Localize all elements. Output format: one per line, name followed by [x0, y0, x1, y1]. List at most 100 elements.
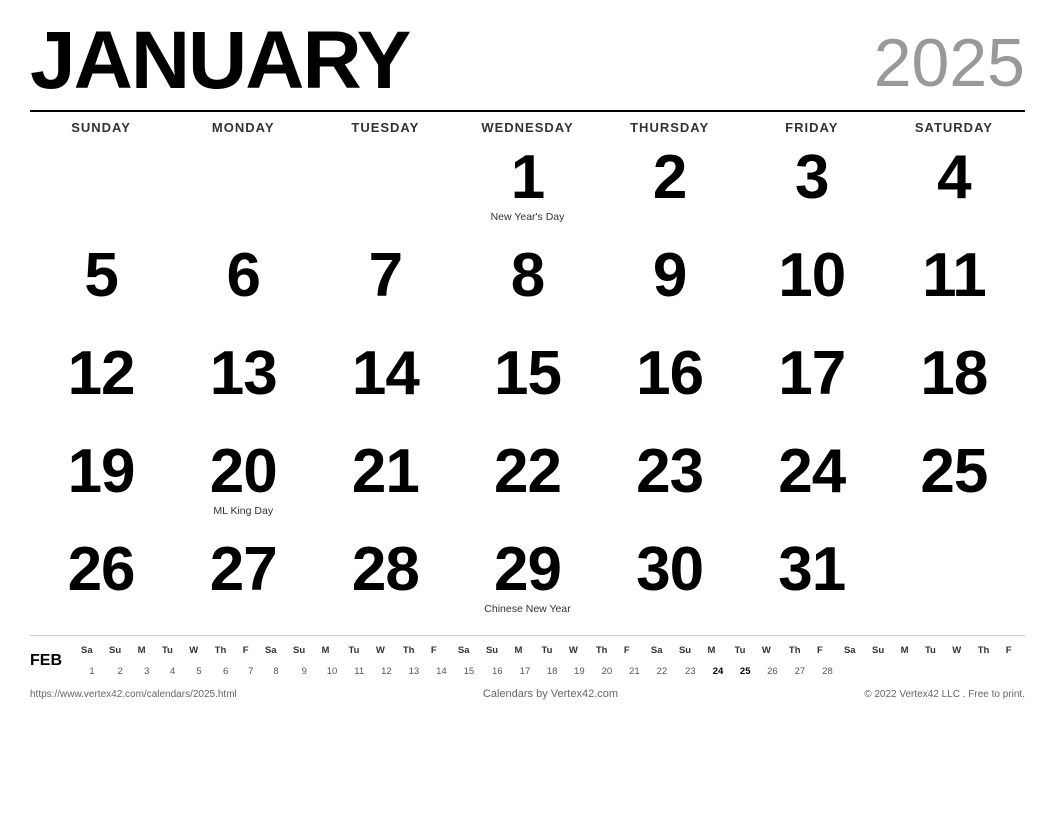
mini-header-cell: Tu: [732, 644, 759, 657]
day-headers-row: SUNDAYMONDAYTUESDAYWEDNESDAYTHURSDAYFRID…: [30, 110, 1025, 137]
mini-date-cell: 9: [290, 665, 319, 678]
footer-right: © 2022 Vertex42 LLC . Free to print.: [864, 689, 1025, 700]
mini-date-cell: 22: [648, 665, 676, 678]
day-cell: [172, 141, 314, 239]
day-cell: 14: [314, 337, 456, 435]
day-cell: 17: [741, 337, 883, 435]
day-cell: 29 Chinese New Year: [456, 533, 598, 631]
mini-calendar-section: FEB SaSuMTuWThFSaSuMTuWThFSaSuMTuWThFSaS…: [30, 635, 1025, 678]
day-header-thursday: THURSDAY: [599, 118, 741, 137]
mini-header-cell: F: [240, 644, 262, 657]
mini-header-cell: W: [566, 644, 593, 657]
day-event: New Year's Day: [491, 211, 565, 223]
mini-date-cell: 18: [539, 665, 566, 678]
day-number: 14: [352, 343, 419, 405]
mini-date-cell: 10: [319, 665, 346, 678]
footer-center: Calendars by Vertex42.com: [483, 688, 618, 700]
day-number: 3: [795, 147, 828, 209]
mini-header-cell: Su: [106, 644, 135, 657]
mini-date-cell: 28: [814, 665, 841, 678]
day-number: 10: [778, 245, 845, 307]
mini-header-cell: Sa: [262, 644, 290, 657]
day-cell: 1 New Year's Day: [456, 141, 598, 239]
mini-date-cell: 13: [400, 665, 428, 678]
mini-month-label: FEB: [30, 652, 70, 670]
day-cell: 2: [599, 141, 741, 239]
day-cell: 31: [741, 533, 883, 631]
mini-header-cell: F: [1003, 644, 1025, 657]
mini-date-cell: [1003, 665, 1025, 678]
day-cell: [314, 141, 456, 239]
day-cell: 4: [883, 141, 1025, 239]
year-title: 2025: [874, 29, 1025, 102]
day-number: 21: [352, 441, 419, 503]
mini-header-cell: M: [705, 644, 732, 657]
mini-header-cell: Su: [676, 644, 705, 657]
mini-header-cell: W: [949, 644, 974, 657]
day-header-tuesday: TUESDAY: [314, 118, 456, 137]
day-header-monday: MONDAY: [172, 118, 314, 137]
footer: https://www.vertex42.com/calendars/2025.…: [30, 684, 1025, 700]
mini-header-cell: Sa: [455, 644, 483, 657]
mini-date-cell: 4: [159, 665, 186, 678]
day-cell: 26: [30, 533, 172, 631]
day-header-friday: FRIDAY: [741, 118, 883, 137]
day-cell: 19: [30, 435, 172, 533]
day-number: 16: [636, 343, 703, 405]
day-cell: 20ML King Day: [172, 435, 314, 533]
day-event: Chinese New Year: [484, 603, 570, 615]
mini-date-cell: 19: [566, 665, 593, 678]
mini-header-cell: Su: [483, 644, 512, 657]
mini-header-cell: W: [186, 644, 211, 657]
mini-date-cell: 17: [512, 665, 539, 678]
mini-date-cell: 27: [786, 665, 814, 678]
day-cell: [30, 141, 172, 239]
day-number: 20: [210, 441, 277, 503]
mini-date-cell: 16: [483, 665, 512, 678]
day-cell: 16: [599, 337, 741, 435]
day-number: 26: [68, 539, 135, 601]
day-number: 1: [511, 147, 544, 209]
day-cell: 27: [172, 533, 314, 631]
mini-date-cell: 24: [705, 665, 732, 678]
day-cell: 12: [30, 337, 172, 435]
day-number: 24: [778, 441, 845, 503]
day-number: 31: [778, 539, 845, 601]
calendar-grid: 1New Year's Day2345678910111213141516171…: [30, 141, 1025, 631]
mini-header-cell: M: [135, 644, 159, 657]
mini-header-cell: Sa: [648, 644, 676, 657]
day-cell: 18: [883, 337, 1025, 435]
day-number: 4: [937, 147, 970, 209]
day-number: 11: [922, 245, 986, 307]
day-number: 13: [210, 343, 277, 405]
day-cell: 28: [314, 533, 456, 631]
mini-header-cell: Th: [593, 644, 621, 657]
mini-header-cell: W: [373, 644, 400, 657]
mini-date-cell: 3: [135, 665, 159, 678]
mini-date-cell: 25: [732, 665, 759, 678]
day-number: 17: [778, 343, 845, 405]
day-cell: 11: [883, 239, 1025, 337]
day-number: 29: [494, 539, 561, 601]
mini-date-cell: 26: [759, 665, 786, 678]
mini-date-cell: [898, 665, 922, 678]
day-cell: 13: [172, 337, 314, 435]
mini-date-cell: 21: [621, 665, 648, 678]
calendar-container: JANUARY 2025 SUNDAYMONDAYTUESDAYWEDNESDA…: [0, 0, 1055, 814]
mini-header-cell: F: [814, 644, 841, 657]
day-cell: 5: [30, 239, 172, 337]
day-number: 22: [494, 441, 561, 503]
day-cell: [883, 533, 1025, 631]
mini-header-cell: Th: [786, 644, 814, 657]
day-cell: 6: [172, 239, 314, 337]
day-number: 5: [84, 245, 117, 307]
footer-left: https://www.vertex42.com/calendars/2025.…: [30, 689, 237, 700]
mini-header-cell: F: [621, 644, 648, 657]
day-cell: 24: [741, 435, 883, 533]
day-header-sunday: SUNDAY: [30, 118, 172, 137]
mini-date-cell: 20: [593, 665, 621, 678]
day-number: 15: [494, 343, 561, 405]
mini-header-cell: Sa: [841, 644, 869, 657]
mini-date-cell: 12: [373, 665, 400, 678]
mini-header-cell: M: [319, 644, 346, 657]
